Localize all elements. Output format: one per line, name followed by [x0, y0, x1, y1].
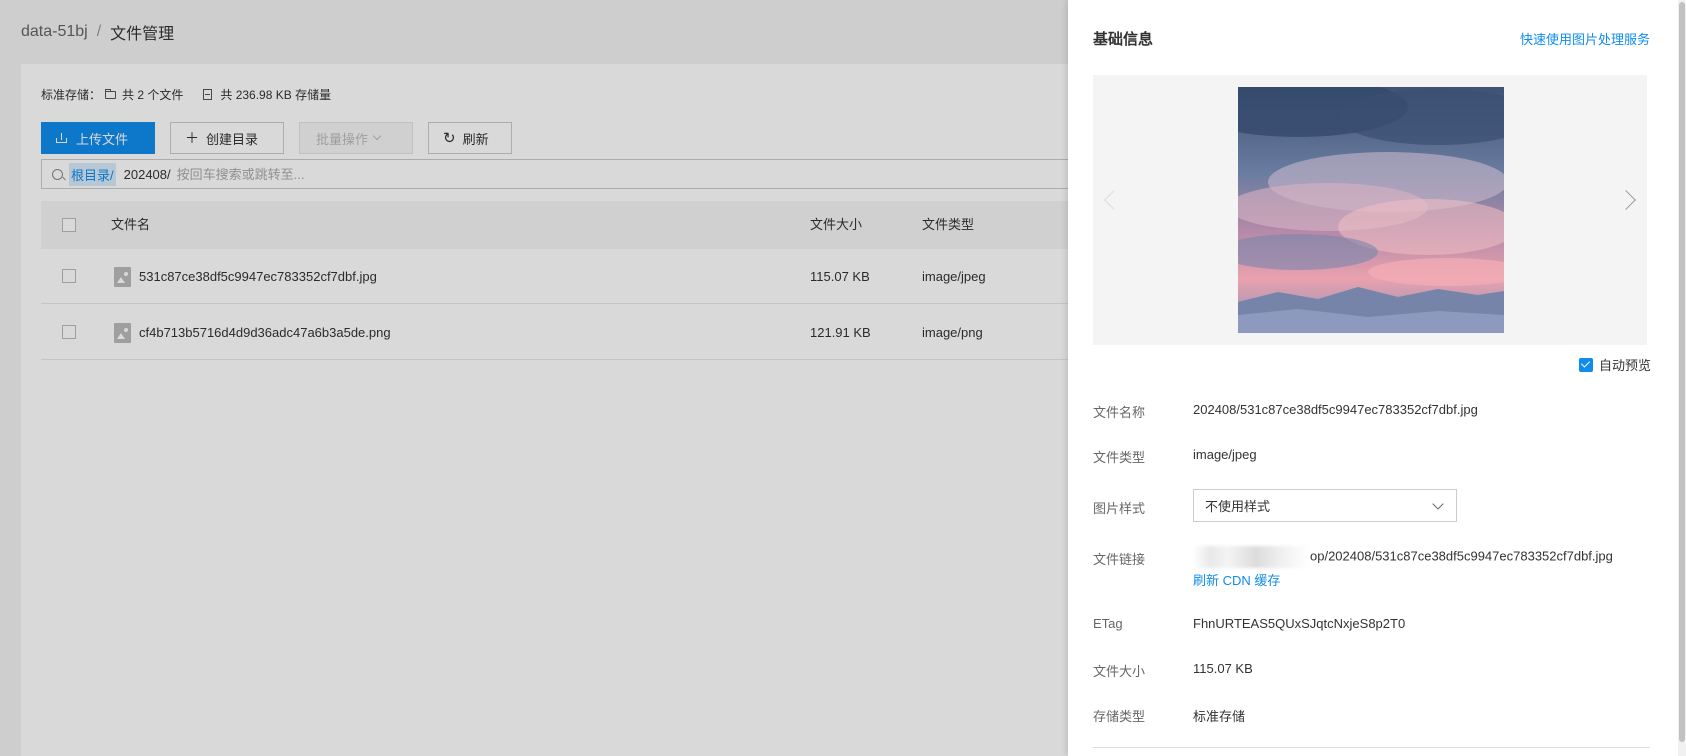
drawer-scrollbar[interactable] [1678, 0, 1686, 756]
redacted-domain [1193, 546, 1308, 568]
chevron-left-icon[interactable] [1104, 190, 1124, 210]
image-preview [1093, 75, 1647, 345]
divider [1093, 747, 1650, 748]
image-style-label: 图片样式 [1093, 501, 1146, 516]
auto-preview-toggle[interactable]: 自动预览 [1578, 355, 1651, 374]
checkbox-checked-icon[interactable] [1578, 357, 1593, 372]
image-service-link[interactable]: 快速使用图片处理服务 [1520, 29, 1650, 48]
file-type-label: 文件类型 [1093, 450, 1146, 465]
preview-image [1238, 87, 1504, 333]
file-size-value: 115.07 KB [1193, 661, 1253, 676]
refresh-cdn-link[interactable]: 刷新 CDN 缓存 [1193, 570, 1280, 589]
file-type-value: image/jpeg [1193, 447, 1257, 462]
file-name-value: 202408/531c87ce38df5c9947ec783352cf7dbf.… [1193, 402, 1478, 417]
file-size-label: 文件大小 [1093, 664, 1146, 679]
chevron-right-icon[interactable] [1616, 190, 1636, 210]
scrollbar-thumb[interactable] [1679, 2, 1685, 742]
file-detail-drawer: 基础信息 快速使用图片处理服务 自动预览 文件名称 202408/531c87c… [1068, 0, 1686, 756]
file-link-value[interactable]: op/202408/531c87ce38df5c9947ec783352cf7d… [1193, 546, 1613, 568]
auto-preview-label: 自动预览 [1598, 358, 1651, 373]
image-style-value: 不使用样式 [1205, 499, 1271, 514]
drawer-title: 基础信息 [1093, 31, 1154, 48]
storage-type-value: 标准存储 [1193, 709, 1246, 724]
etag-value: FhnURTEAS5QUxSJqtcNxjeS8p2T0 [1193, 616, 1406, 631]
file-link-path: op/202408/531c87ce38df5c9947ec783352cf7d… [1310, 548, 1613, 564]
storage-type-label: 存储类型 [1093, 709, 1146, 724]
etag-label: ETag [1093, 616, 1123, 631]
chevron-down-icon [1432, 498, 1444, 510]
file-link-label: 文件链接 [1093, 552, 1146, 567]
image-style-select[interactable]: 不使用样式 [1193, 489, 1457, 522]
file-name-label: 文件名称 [1093, 405, 1146, 420]
